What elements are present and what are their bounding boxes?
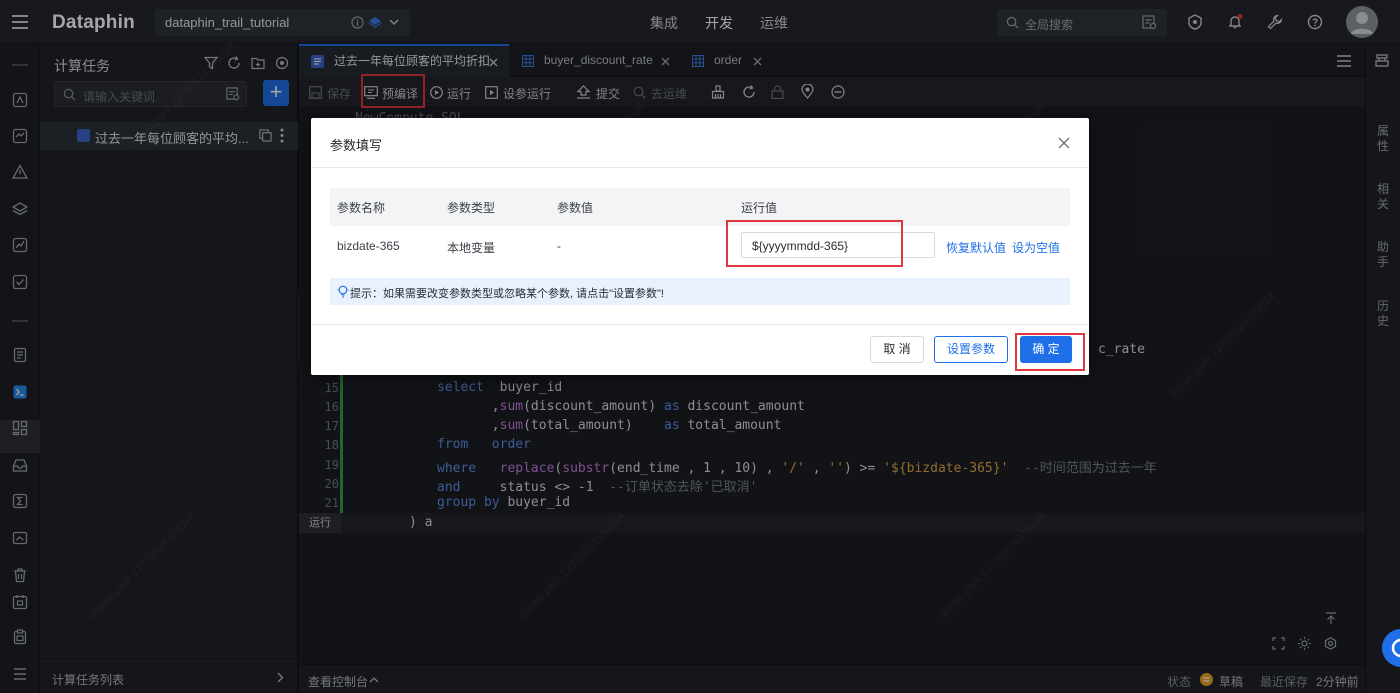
run-value-highlight [726, 220, 903, 267]
param-name: bizdate-365 [337, 239, 400, 253]
lightbulb-icon [337, 285, 349, 298]
confirm-highlight [1015, 333, 1085, 371]
column-header: 参数名称 [337, 201, 386, 215]
close-icon[interactable] [1057, 136, 1071, 150]
divider [311, 167, 1089, 168]
column-header: 参数值 [557, 201, 594, 215]
tip-banner: 提示：如果需要改变参数类型或忽略某个参数, 请点击"设置参数"! [330, 278, 1070, 305]
set-empty-link[interactable]: 设为空值 [1012, 239, 1060, 256]
param-table-header [330, 188, 1070, 226]
parameter-dialog: 参数填写 参数名称 参数类型 参数值 运行值 bizdate-365 本地变量 … [311, 118, 1089, 375]
cancel-button[interactable]: 取 消 [870, 336, 924, 363]
column-header: 运行值 [741, 201, 778, 215]
divider [311, 324, 1089, 325]
tip-text: 提示：如果需要改变参数类型或忽略某个参数, 请点击"设置参数"! [350, 288, 664, 300]
param-type: 本地变量 [447, 241, 496, 255]
dialog-title: 参数填写 [330, 138, 383, 153]
column-header: 参数类型 [447, 201, 496, 215]
restore-default-link[interactable]: 恢复默认值 [946, 239, 1006, 256]
chat-help-icon[interactable] [1381, 628, 1400, 668]
param-value: - [557, 239, 561, 253]
set-params-button[interactable]: 设置参数 [934, 336, 1008, 363]
